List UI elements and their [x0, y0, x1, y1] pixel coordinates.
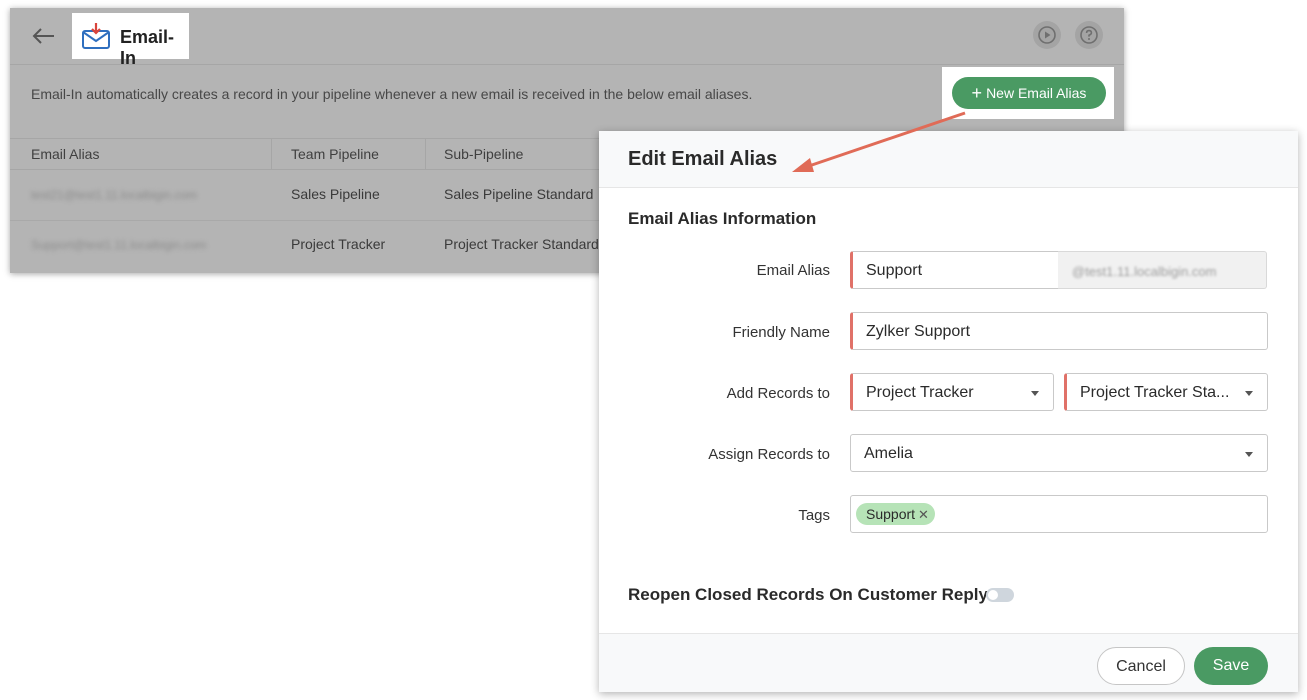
back-arrow-icon[interactable]: [30, 24, 56, 48]
help-icon[interactable]: [1075, 21, 1103, 49]
plus-icon: +: [971, 83, 983, 103]
column-divider: [271, 139, 272, 169]
pipeline-select[interactable]: Project Tracker: [850, 373, 1054, 411]
assign-records-select[interactable]: Amelia: [850, 434, 1268, 472]
friendly-name-label: Friendly Name: [732, 324, 830, 341]
dialog-footer: Cancel Save: [599, 633, 1298, 692]
edit-email-alias-dialog: Edit Email Alias Email Alias Information…: [599, 131, 1298, 692]
sub-pipeline-value: Project Tracker Sta...: [1080, 384, 1230, 401]
play-icon[interactable]: [1033, 21, 1061, 49]
sub-pipeline-select[interactable]: Project Tracker Sta...: [1064, 373, 1268, 411]
chevron-down-icon: [1245, 452, 1253, 457]
cell-email-alias: Support@test1.11.localbigin.com: [31, 238, 207, 252]
toggle-knob: [988, 590, 998, 600]
assign-records-value: Amelia: [864, 445, 913, 462]
save-button[interactable]: Save: [1194, 647, 1268, 685]
tags-input[interactable]: Support ✕: [850, 495, 1268, 533]
cell-email-alias: test21@test1.11.localbigin.com: [31, 188, 198, 202]
cell-sub-pipeline: Project Tracker Standard: [444, 236, 599, 252]
friendly-name-input[interactable]: Zylker Support: [850, 312, 1268, 350]
email-alias-value: Support: [866, 262, 923, 279]
page-title: Email-In: [120, 27, 175, 68]
page-description: Email-In automatically creates a record …: [31, 86, 753, 102]
cell-team-pipeline: Project Tracker: [291, 236, 386, 252]
section-title: Email Alias Information: [628, 209, 817, 228]
chevron-down-icon: [1245, 391, 1253, 396]
reopen-records-label: Reopen Closed Records On Customer Reply: [628, 585, 988, 604]
tags-label: Tags: [798, 507, 830, 524]
column-team-pipeline: Team Pipeline: [291, 146, 379, 162]
cell-team-pipeline: Sales Pipeline: [291, 186, 380, 202]
assign-records-label: Assign Records to: [708, 446, 830, 463]
new-alias-highlight: + New Email Alias: [942, 67, 1114, 119]
column-divider: [425, 139, 426, 169]
tag-chip-label: Support: [866, 506, 916, 522]
email-alias-label: Email Alias: [756, 262, 830, 279]
dialog-header: Edit Email Alias: [599, 131, 1298, 188]
page-header: Email-In: [10, 8, 1124, 68]
column-sub-pipeline: Sub-Pipeline: [444, 146, 524, 162]
close-icon[interactable]: ✕: [918, 507, 929, 522]
new-email-alias-label: New Email Alias: [986, 85, 1087, 101]
email-alias-input[interactable]: Support: [850, 251, 1059, 289]
pipeline-value: Project Tracker: [866, 384, 974, 401]
cancel-button[interactable]: Cancel: [1097, 647, 1185, 685]
cell-sub-pipeline: Sales Pipeline Standard: [444, 186, 594, 202]
new-email-alias-button[interactable]: + New Email Alias: [952, 77, 1106, 109]
email-in-icon: [82, 23, 110, 49]
page-title-box: Email-In: [72, 13, 189, 68]
chevron-down-icon: [1031, 391, 1039, 396]
friendly-name-value: Zylker Support: [866, 323, 971, 340]
email-domain-value: @test1.11.localbigin.com: [1072, 264, 1217, 279]
tag-chip: Support ✕: [856, 503, 935, 525]
email-domain-suffix: @test1.11.localbigin.com: [1058, 251, 1267, 289]
reopen-records-toggle[interactable]: [986, 588, 1014, 602]
add-records-label: Add Records to: [726, 385, 830, 402]
column-email-alias: Email Alias: [31, 146, 100, 162]
dialog-title: Edit Email Alias: [628, 148, 778, 170]
